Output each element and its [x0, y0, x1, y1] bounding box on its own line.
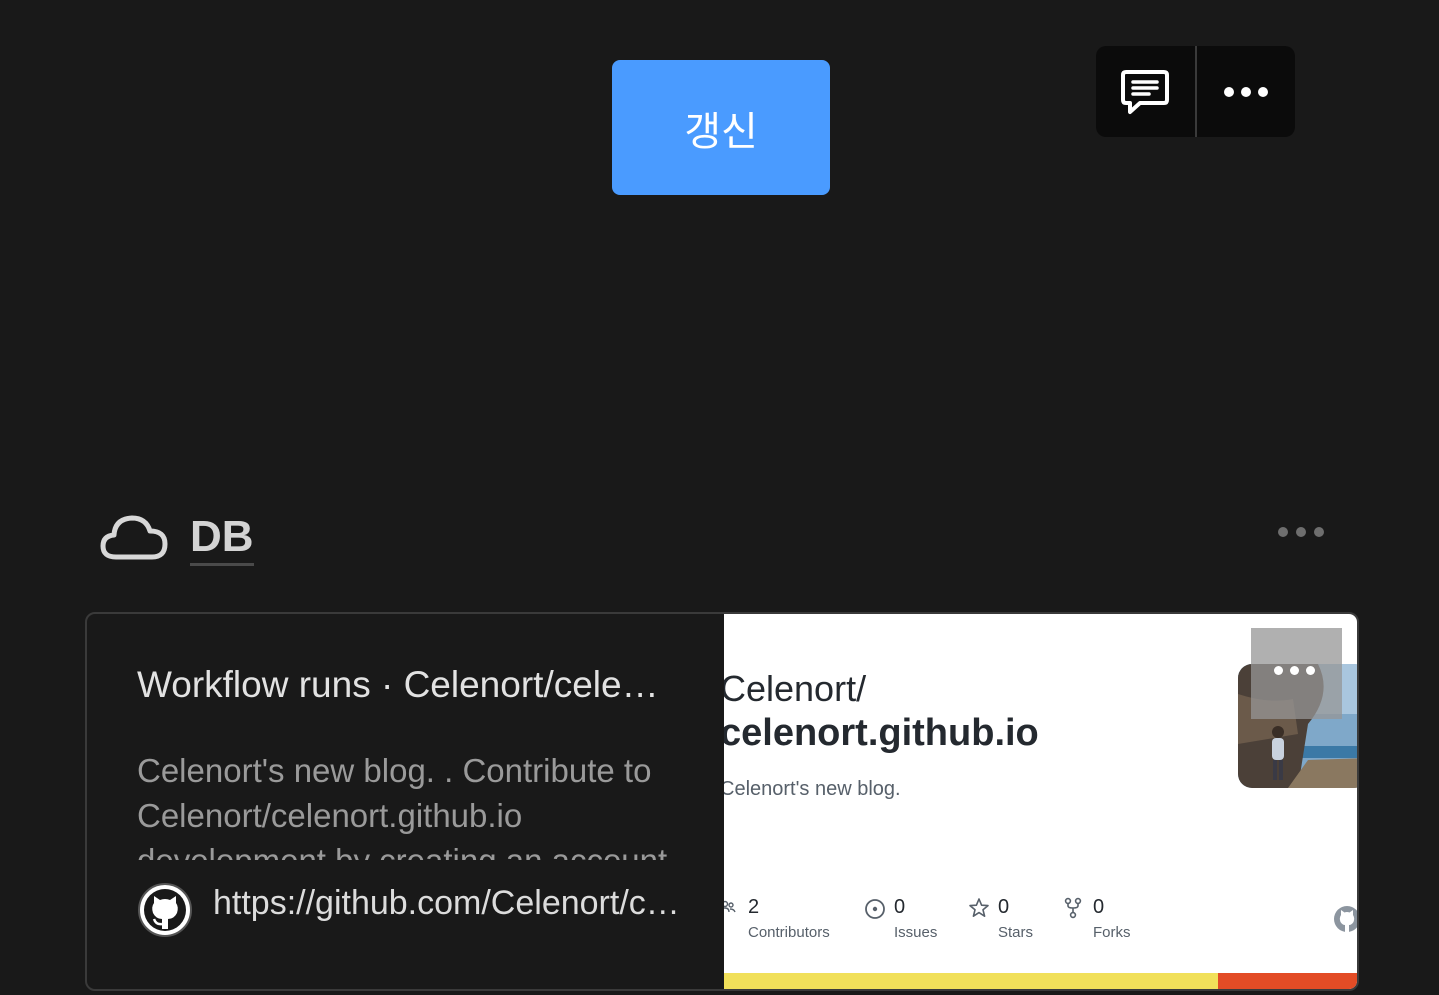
stat-value: 0 [1093, 896, 1105, 918]
issues-icon [865, 899, 885, 919]
bookmark-card[interactable]: Workflow runs · Celenort/celenort.github… [85, 612, 1359, 991]
page-toolbar [1096, 46, 1295, 137]
stat-label: Issues [894, 924, 938, 941]
fork-icon [1064, 897, 1082, 919]
github-icon [138, 883, 192, 937]
dot [1314, 527, 1324, 537]
more-options-button[interactable] [1197, 46, 1296, 137]
preview-description: Celenort's new blog. [724, 778, 901, 800]
star-icon [969, 898, 989, 917]
language-segment [1217, 973, 1357, 989]
bookmark-preview-image: Celenort/ celenort.github.io Celenort's … [724, 614, 1357, 989]
dot [1306, 666, 1315, 675]
github-logo-icon [1334, 906, 1357, 932]
comments-button[interactable] [1096, 46, 1195, 137]
stat-value: 0 [998, 896, 1010, 918]
dot [1290, 666, 1299, 675]
contributors-icon [724, 900, 736, 913]
stat-value: 0 [894, 896, 906, 918]
language-segment [724, 973, 1218, 989]
dot [1296, 527, 1306, 537]
stat-label: Forks [1093, 924, 1131, 941]
preview-repo-name: celenort.github.io [724, 712, 1039, 754]
section-more-button[interactable] [1278, 527, 1324, 537]
refresh-button[interactable]: 갱신 [612, 60, 830, 195]
stat-label: Stars [998, 924, 1034, 941]
dot [1274, 666, 1283, 675]
dot [1278, 527, 1288, 537]
language-bar [724, 973, 1357, 989]
stat-label: Contributors [748, 924, 830, 941]
bookmark-description: Celenort's new blog. . Contribute to Cel… [137, 752, 667, 860]
cloud-icon[interactable] [100, 513, 168, 563]
preview-owner: Celenort/ [724, 668, 867, 709]
bookmark-title: Workflow runs · Celenort/celenort.github… [137, 664, 677, 705]
bookmark-url: https://github.com/Celenort/celenort.git… [213, 884, 683, 922]
image-options-button[interactable] [1274, 666, 1315, 675]
section-header: DB [100, 505, 1340, 575]
section-title[interactable]: DB [190, 511, 254, 566]
bookmark-link-row: https://github.com/Celenort/celenort.git… [137, 882, 697, 938]
comment-icon [1121, 69, 1170, 114]
stat-value: 2 [748, 896, 760, 918]
more-icon [1223, 86, 1268, 97]
